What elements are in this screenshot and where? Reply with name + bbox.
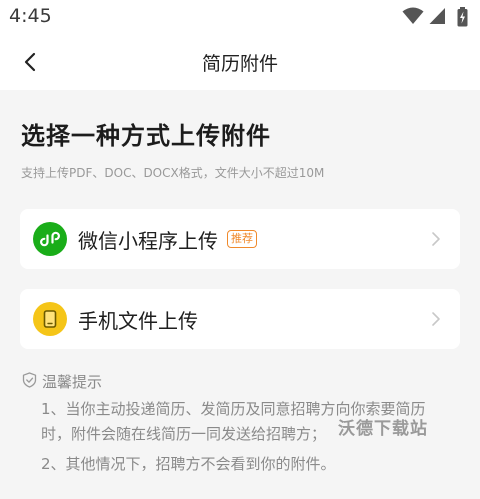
header: 简历附件 <box>0 34 480 90</box>
shield-check-icon <box>22 372 37 388</box>
phone-file-upload-option[interactable]: 手机文件上传 <box>20 289 460 349</box>
signal-icon <box>429 8 445 24</box>
recommend-badge: 推荐 <box>227 230 257 248</box>
tip-item: 2、其他情况下，招聘方不会看到你的附件。 <box>41 455 336 473</box>
tips-title: 温馨提示 <box>42 373 103 391</box>
wifi-icon <box>402 7 424 24</box>
phone-file-icon <box>33 302 67 336</box>
chevron-right-icon <box>432 312 440 326</box>
section-heading: 选择一种方式上传附件 <box>21 122 271 150</box>
page-title: 简历附件 <box>201 53 278 75</box>
phone-file-upload-label: 手机文件上传 <box>78 309 198 333</box>
chevron-right-icon <box>432 232 440 246</box>
battery-charging-icon <box>457 7 468 27</box>
format-hint: 支持上传PDF、DOC、DOCX格式，文件大小不超过10M <box>21 166 325 180</box>
status-bar: 4:45 <box>0 0 480 34</box>
wechat-upload-label: 微信小程序上传 <box>78 229 218 253</box>
wechat-miniprogram-icon <box>33 222 67 256</box>
watermark: 沃德下载站 <box>338 419 428 439</box>
status-time: 4:45 <box>9 5 52 27</box>
wechat-upload-option[interactable]: 微信小程序上传 推荐 <box>20 209 460 269</box>
